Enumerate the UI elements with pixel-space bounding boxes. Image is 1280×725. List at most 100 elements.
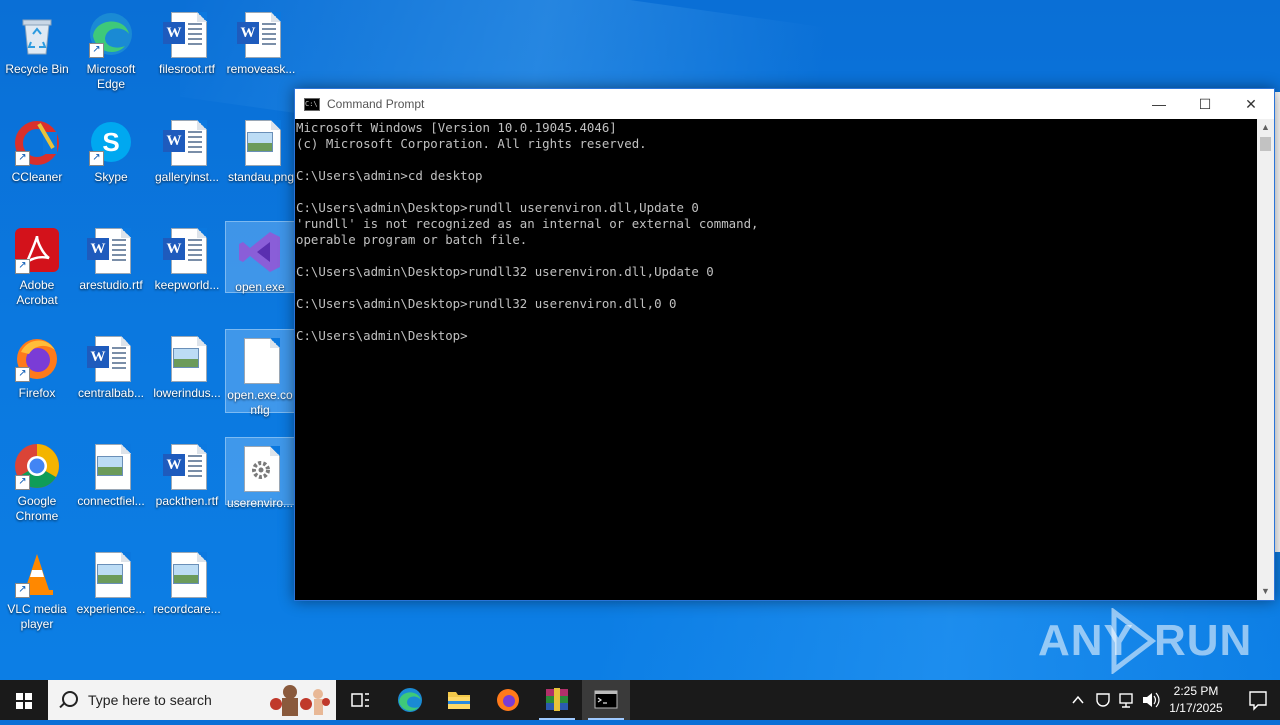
desktop-icon-centralbab[interactable]: W centralbab... [74, 328, 148, 428]
acrobat-icon: ↗ [13, 226, 61, 274]
taskbar-file-explorer[interactable] [435, 680, 483, 720]
icon-label: Firefox [18, 386, 56, 400]
desktop-icon-connectfiel[interactable]: connectfiel... [74, 436, 148, 536]
start-button[interactable] [0, 680, 48, 720]
icon-label: open.exe.config [227, 388, 293, 417]
desktop-icon-google-chrome[interactable]: ↗ Google Chrome [0, 436, 74, 536]
icon-label: CCleaner [11, 170, 63, 184]
maximize-button[interactable]: ☐ [1182, 89, 1228, 119]
window-titlebar[interactable]: C:\ Command Prompt — ☐ ✕ [295, 89, 1274, 119]
taskbar: Type here to search 2:25 PM 1/17/2025 [0, 680, 1280, 720]
anyrun-watermark: ANY RUN [1038, 606, 1251, 676]
word-document-icon: W [163, 226, 211, 274]
desktop-icon-ccleaner[interactable]: ↗ CCleaner [0, 112, 74, 212]
volume-icon[interactable] [1140, 680, 1162, 720]
icon-label: removeask... [226, 62, 296, 76]
icon-label: recordcare... [153, 602, 221, 616]
desktop-icon-adobe-acrobat[interactable]: ↗ Adobe Acrobat [0, 220, 74, 320]
desktop-icon-open-exe[interactable]: open.exe [225, 221, 295, 294]
console-line: 'rundll' is not recognized as an interna… [296, 216, 759, 231]
icon-label: Microsoft Edge [86, 62, 136, 91]
firefox-icon: ↗ [13, 334, 61, 382]
image-file-icon [163, 550, 211, 598]
image-file-icon [87, 550, 135, 598]
blank-file-icon [236, 336, 284, 384]
desktop-icon-userenviron[interactable]: userenviro... [225, 437, 295, 510]
command-prompt-window[interactable]: C:\ Command Prompt — ☐ ✕ Microsoft Windo… [294, 88, 1275, 601]
shortcut-arrow-icon: ↗ [15, 367, 30, 382]
network-icon[interactable] [1116, 680, 1138, 720]
taskbar-winrar[interactable] [533, 680, 581, 720]
desktop-icon-filesroot[interactable]: W filesroot.rtf [150, 4, 224, 104]
shortcut-arrow-icon: ↗ [15, 259, 30, 274]
scroll-up-icon[interactable]: ▲ [1257, 119, 1274, 136]
taskbar-search-box[interactable]: Type here to search [48, 680, 336, 720]
vertical-scrollbar[interactable]: ▲ ▼ [1257, 119, 1274, 600]
close-button[interactable]: ✕ [1228, 89, 1274, 119]
edge-icon: ↗ [87, 10, 135, 58]
taskbar-command-prompt[interactable] [582, 680, 630, 720]
icon-label: VLC media player [7, 602, 67, 631]
taskbar-edge[interactable] [386, 680, 434, 720]
taskbar-firefox[interactable] [484, 680, 532, 720]
search-highlight-boxer-icon [270, 685, 330, 716]
dll-gear-icon [236, 444, 284, 492]
taskbar-clock[interactable]: 2:25 PM 1/17/2025 [1160, 683, 1232, 717]
scroll-thumb[interactable] [1260, 137, 1271, 151]
skype-icon: S ↗ [87, 118, 135, 166]
search-placeholder: Type here to search [88, 692, 212, 708]
word-document-icon: W [163, 442, 211, 490]
scroll-down-icon[interactable]: ▼ [1257, 583, 1274, 600]
icon-label: standau.png [227, 170, 295, 184]
chrome-icon: ↗ [13, 442, 61, 490]
desktop-icon-galleryinst[interactable]: W galleryinst... [150, 112, 224, 212]
icon-label: keepworld... [154, 278, 220, 292]
shortcut-arrow-icon: ↗ [89, 43, 104, 58]
word-document-icon: W [87, 334, 135, 382]
console-line: (c) Microsoft Corporation. All rights re… [296, 136, 647, 151]
windows-logo-icon [16, 693, 32, 709]
icon-label: connectfiel... [77, 494, 145, 508]
notification-center-icon[interactable] [1236, 680, 1280, 720]
vlc-cone-icon: ↗ [13, 550, 61, 598]
icon-label: centralbab... [77, 386, 145, 400]
desktop-icon-microsoft-edge[interactable]: ↗ Microsoft Edge [74, 4, 148, 104]
icon-label: userenviro... [226, 496, 294, 510]
desktop-icon-skype[interactable]: S ↗ Skype [74, 112, 148, 212]
desktop-icon-arestudio[interactable]: W arestudio.rtf [74, 220, 148, 320]
desktop-icon-removeask[interactable]: W removeask... [224, 4, 298, 104]
desktop-icon-lowerindus[interactable]: lowerindus... [150, 328, 224, 428]
icon-label: packthen.rtf [155, 494, 219, 508]
desktop-icon-vlc[interactable]: ↗ VLC media player [0, 544, 74, 644]
console-output[interactable]: Microsoft Windows [Version 10.0.19045.40… [295, 119, 1257, 600]
desktop-icon-open-exe-config[interactable]: open.exe.config [225, 329, 295, 417]
word-document-icon: W [163, 10, 211, 58]
show-hidden-icons-chevron-icon[interactable] [1068, 680, 1088, 720]
desktop-icon-keepworld[interactable]: W keepworld... [150, 220, 224, 320]
clock-time: 2:25 PM [1173, 684, 1219, 698]
desktop-icon-firefox[interactable]: ↗ Firefox [0, 328, 74, 428]
desktop-icon-recycle-bin[interactable]: Recycle Bin [0, 4, 74, 104]
icon-label: open.exe [235, 280, 285, 294]
desktop-icon-packthen[interactable]: W packthen.rtf [150, 436, 224, 536]
watermark-play-icon [1111, 608, 1156, 674]
task-view-button[interactable] [336, 680, 384, 720]
security-shield-icon[interactable] [1092, 680, 1114, 720]
window-title: Command Prompt [327, 97, 425, 111]
icon-label: arestudio.rtf [79, 278, 143, 292]
image-file-icon [237, 118, 285, 166]
desktop-icon-standau[interactable]: standau.png [224, 112, 298, 212]
word-document-icon: W [163, 118, 211, 166]
icon-label: Adobe Acrobat [16, 278, 58, 307]
desktop-icon-experience[interactable]: experience... [74, 544, 148, 644]
minimize-button[interactable]: — [1136, 89, 1182, 119]
watermark-run-text: RUN [1154, 616, 1253, 665]
icon-label: galleryinst... [154, 170, 220, 184]
icon-label: Google Chrome [15, 494, 59, 523]
console-line: C:\Users\admin\Desktop>rundll32 userenvi… [296, 264, 714, 279]
desktop-icon-recordcare[interactable]: recordcare... [150, 544, 224, 644]
